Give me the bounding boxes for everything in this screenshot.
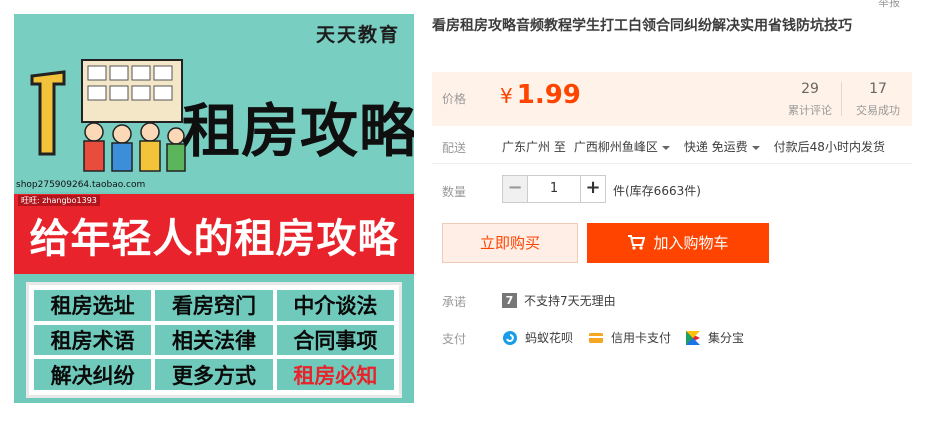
add-to-cart-button[interactable]: 加入购物车 — [587, 223, 769, 263]
payment-method-label: 信用卡支付 — [611, 331, 672, 345]
huabei-icon — [503, 330, 517, 345]
grid-cell: 合同事项 — [276, 324, 394, 356]
deals-label: 交易成功 — [856, 104, 900, 117]
quantity-label: 数量 — [442, 185, 467, 199]
image-brand: 天天教育 — [315, 24, 400, 46]
stock-text: 件(库存6663件) — [613, 184, 701, 198]
image-shop-url: shop275909264.taobao.com — [16, 180, 146, 190]
quantity-stepper: − 1 + — [502, 175, 606, 203]
grid-cell: 租房选址 — [34, 290, 152, 321]
promise-item[interactable]: 7 不支持7天无理由 — [502, 292, 616, 309]
quantity-input[interactable]: 1 — [528, 175, 580, 203]
price-amount: 1.99 — [516, 80, 581, 110]
image-topic-grid: 租房选址 看房窍门 中介谈法 租房术语 相关法律 合同事项 解决纠纷 更多方式 … — [26, 282, 402, 398]
grid-cell: 租房术语 — [34, 324, 152, 356]
ship-note: 付款后48小时内发货 — [773, 140, 885, 154]
grid-cell-highlight: 租房必知 — [276, 359, 394, 390]
promise-label: 承诺 — [442, 295, 467, 309]
report-link[interactable]: 举报 — [878, 0, 900, 10]
image-band-text: 给年轻人的租房攻略 — [29, 216, 399, 262]
deals-count: 17 — [869, 81, 887, 97]
seven-day-icon: 7 — [502, 293, 517, 308]
chevron-down-icon — [751, 145, 760, 150]
quantity-increase-button[interactable]: + — [580, 175, 606, 203]
price-panel: 价格 ¥1.99 29 累计评论 17 交易成功 — [432, 72, 912, 126]
section-divider — [432, 163, 912, 164]
credit-card-icon — [589, 332, 603, 343]
image-wangwang: 旺旺: zhangbo1393 — [18, 195, 100, 206]
image-big-title: 租房攻略 — [182, 97, 414, 165]
deals-stat: 17 交易成功 — [844, 80, 912, 118]
grid-cell: 看房窍门 — [155, 290, 273, 321]
product-title: 看房租房攻略音频教程学生打工白领合同纠纷解决实用省钱防坑技巧 — [432, 18, 852, 34]
product-image[interactable]: 天天教育 租房攻略 shop275909264.taobao.com 旺旺: z… — [14, 14, 414, 403]
payment-huabei[interactable]: 蚂蚁花呗 — [502, 329, 573, 346]
quantity-decrease-button[interactable]: − — [502, 175, 528, 203]
grid-cell: 更多方式 — [155, 359, 273, 390]
grid-cell: 中介谈法 — [276, 290, 394, 321]
currency-symbol: ¥ — [500, 84, 513, 108]
price-value: ¥1.99 — [500, 80, 581, 110]
payment-jifenbao[interactable]: 集分宝 — [685, 329, 744, 346]
ship-to: 广西柳州鱼峰区 — [573, 140, 658, 154]
payment-credit-card[interactable]: 信用卡支付 — [588, 329, 671, 346]
image-red-band: 旺旺: zhangbo1393 给年轻人的租房攻略 — [14, 194, 414, 274]
buy-now-button[interactable]: 立即购买 — [442, 223, 578, 263]
payment-method-label: 蚂蚁花呗 — [525, 331, 574, 345]
add-to-cart-label: 加入购物车 — [653, 234, 729, 252]
shipping-label: 配送 — [442, 141, 467, 155]
grid-cell: 解决纠纷 — [34, 359, 152, 390]
payment-label: 支付 — [442, 332, 467, 346]
ship-from: 广东广州 至 — [502, 140, 566, 154]
reviews-count: 29 — [801, 81, 819, 97]
jifenbao-icon — [686, 330, 700, 345]
grid-cell: 相关法律 — [155, 324, 273, 356]
cartoon-house-hunting-illustration — [30, 59, 186, 172]
cart-icon — [628, 235, 646, 250]
promise-text: 不支持7天无理由 — [524, 294, 616, 308]
price-label: 价格 — [442, 92, 467, 106]
chevron-down-icon — [661, 145, 670, 150]
reviews-stat[interactable]: 29 累计评论 — [776, 80, 844, 118]
ship-method-select[interactable]: 快递 免运费 — [684, 140, 766, 154]
reviews-label: 累计评论 — [788, 104, 832, 117]
shipping-line: 广东广州 至广西柳州鱼峰区 快递 免运费 付款后48小时内发货 — [502, 138, 893, 155]
stat-divider — [841, 82, 842, 116]
ship-method: 快递 免运费 — [683, 140, 748, 154]
ship-to-select[interactable]: 广西柳州鱼峰区 — [574, 140, 676, 154]
payment-method-label: 集分宝 — [708, 331, 745, 345]
